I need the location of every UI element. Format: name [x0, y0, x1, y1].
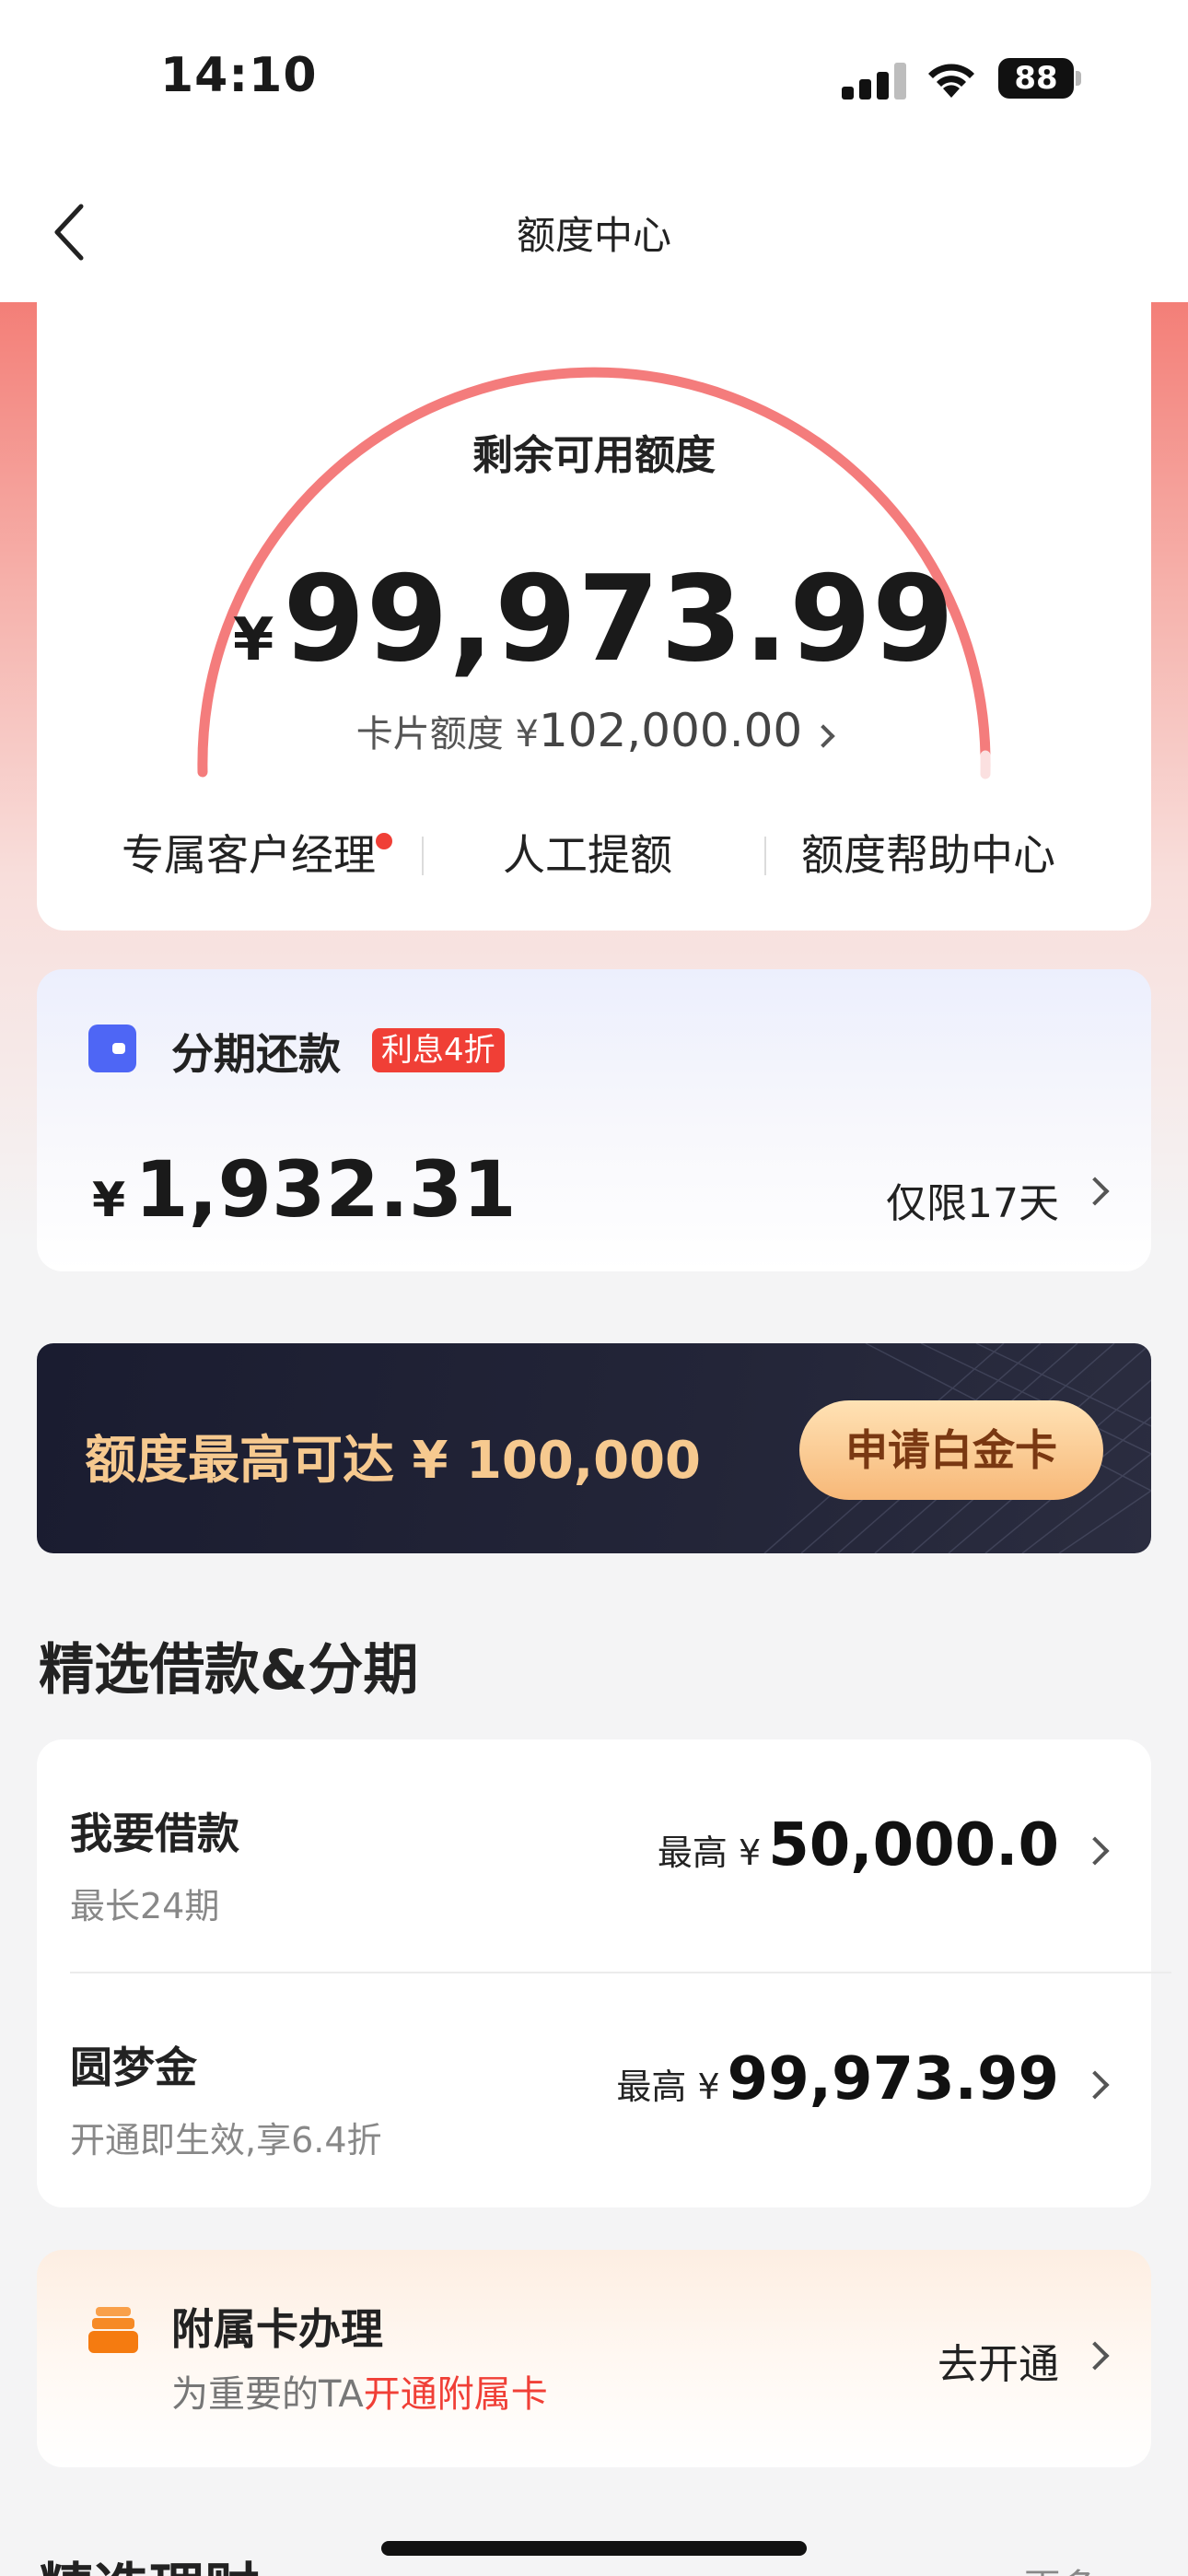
battery-level: 88 — [1014, 60, 1058, 97]
divider — [422, 837, 424, 875]
section-title-wealth: 精选理财 — [39, 2545, 260, 2576]
card-stack-icon — [88, 2307, 138, 2353]
installment-card[interactable]: 分期还款 利息4折 ¥1,932.31 仅限17天 — [37, 969, 1151, 1271]
link-quota-help-center-label: 额度帮助中心 — [801, 830, 1055, 880]
chevron-right-icon — [1080, 2070, 1110, 2100]
page-title: 额度中心 — [516, 213, 671, 258]
loan-max-prefix: 最高 ¥ — [657, 1832, 762, 1873]
link-manual-increase[interactable]: 人工提额 — [503, 818, 672, 892]
status-time: 14:10 — [160, 48, 318, 103]
link-account-manager[interactable]: 专属客户经理 — [122, 818, 392, 892]
loan-desc: 开通即生效,享6.4折 — [70, 2120, 382, 2160]
currency-symbol: ¥ — [232, 606, 274, 674]
loan-name: 我要借款 — [70, 1809, 239, 1858]
loan-list-card: 我要借款 最长24期 最高 ¥50,000.0 圆梦金 开通即生效,享6.4折 … — [37, 1739, 1171, 2207]
wifi-icon — [928, 64, 974, 98]
remaining-quota: ¥99,973.99 — [37, 551, 1151, 688]
chevron-right-icon — [1080, 2341, 1110, 2371]
loan-desc: 最长24期 — [70, 1886, 220, 1926]
currency-symbol: ¥ — [92, 1173, 126, 1228]
cellular-signal-icon — [842, 63, 906, 100]
card-limit-label: 卡片额度 ¥ — [355, 713, 539, 755]
loan-max-amount: 最高 ¥99,973.99 — [616, 2045, 1059, 2113]
supplementary-card-banner[interactable]: 附属卡办理 为重要的TA开通附属卡 去开通 — [37, 2250, 1151, 2467]
supplementary-subtitle-prefix: 为重要的TA — [171, 2373, 364, 2416]
promo-text: 额度最高可达 ¥ 100,000 — [85, 1431, 702, 1491]
divider — [764, 837, 766, 875]
chevron-right-icon — [1080, 1836, 1110, 1866]
battery-icon: 88 — [998, 58, 1081, 99]
card-limit-value: 102,000.00 — [538, 704, 803, 757]
supplementary-title: 附属卡办理 — [171, 2304, 383, 2354]
notification-dot — [376, 833, 392, 849]
top-bar: 14:10 88 额度中心 — [0, 0, 1188, 302]
quick-links: 专属客户经理 人工提额 额度帮助中心 — [37, 818, 1151, 892]
installment-time-limit: 仅限17天 — [886, 1180, 1059, 1227]
link-account-manager-label: 专属客户经理 — [122, 830, 376, 880]
installment-amount: ¥1,932.31 — [92, 1144, 517, 1235]
platinum-card-promo-banner: 额度最高可达 ¥ 100,000 申请白金卡 — [37, 1343, 1151, 1553]
section-title-loans: 精选借款&分期 — [39, 1638, 419, 1703]
open-supplementary-button[interactable]: 去开通 — [938, 2331, 1059, 2390]
link-quota-help-center[interactable]: 额度帮助中心 — [801, 818, 1055, 892]
loan-name: 圆梦金 — [70, 2043, 197, 2092]
quota-card: 剩余可用额度 ¥99,973.99 卡片额度 ¥102,000.00 专属客户经… — [37, 302, 1151, 931]
remaining-quota-value: 99,973.99 — [283, 551, 956, 688]
loan-max-amount: 最高 ¥50,000.0 — [658, 1811, 1059, 1879]
home-indicator — [381, 2541, 807, 2556]
loan-max-value: 50,000.0 — [768, 1811, 1059, 1879]
card-limit-link[interactable]: 卡片额度 ¥102,000.00 — [37, 704, 1151, 757]
loan-row-borrow[interactable]: 我要借款 最长24期 最高 ¥50,000.0 — [37, 1739, 1171, 1973]
supplementary-subtitle: 为重要的TA开通附属卡 — [171, 2364, 548, 2418]
quota-label: 剩余可用额度 — [472, 432, 716, 479]
more-link[interactable]: 更多 > — [1024, 2558, 1140, 2576]
chevron-right-icon — [811, 724, 835, 748]
link-manual-increase-label: 人工提额 — [503, 830, 672, 880]
loan-max-prefix: 最高 ¥ — [616, 2067, 720, 2107]
interest-discount-badge: 利息4折 — [372, 1028, 505, 1072]
supplementary-subtitle-highlight: 开通附属卡 — [363, 2373, 548, 2416]
installment-amount-value: 1,932.31 — [134, 1144, 517, 1235]
apply-platinum-card-button[interactable]: 申请白金卡 — [799, 1400, 1103, 1500]
loan-max-value: 99,973.99 — [727, 2045, 1059, 2113]
chevron-right-icon — [1080, 1177, 1110, 1206]
wallet-icon — [88, 1025, 136, 1072]
installment-title: 分期还款 — [171, 1029, 341, 1079]
loan-row-dream-fund[interactable]: 圆梦金 开通即生效,享6.4折 最高 ¥99,973.99 — [37, 1973, 1151, 2207]
